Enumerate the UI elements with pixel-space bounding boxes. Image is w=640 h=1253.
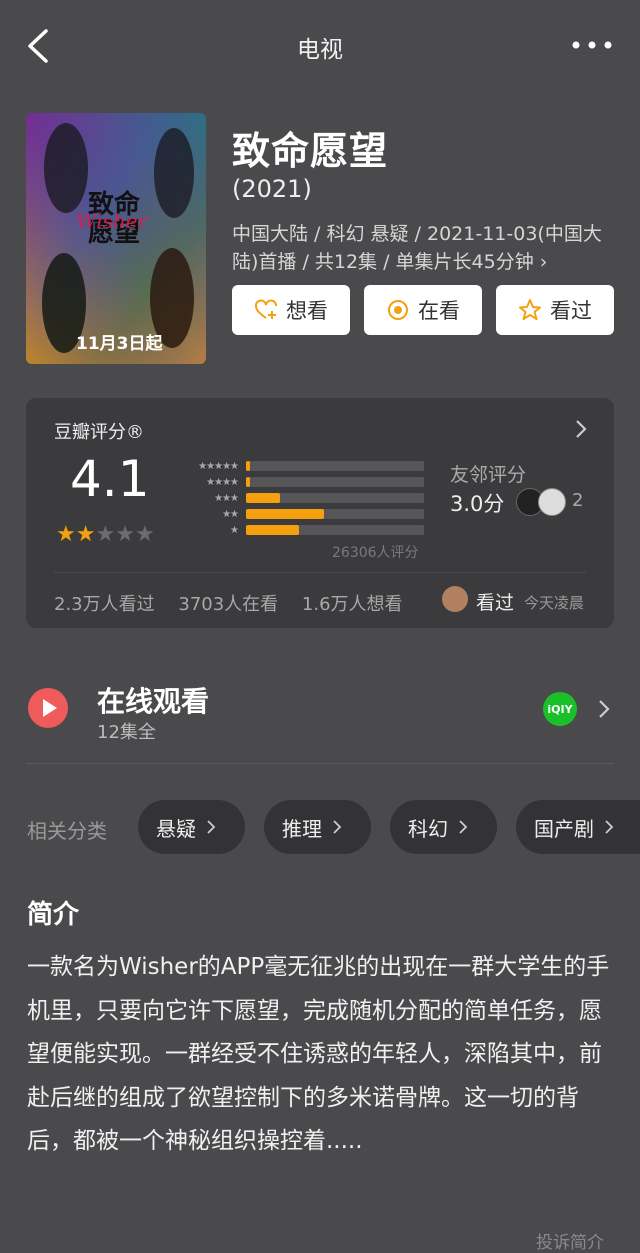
rating-distribution-fill [246,525,300,535]
tag-label: 国产剧 [534,816,594,841]
tag-label: 悬疑 [156,816,196,841]
avatar[interactable] [538,488,566,516]
rating-distribution-row: ★★★★ [176,474,426,490]
want-count: 1.6万人想看 [301,594,403,615]
chevron-right-icon[interactable] [574,418,588,440]
page-title: 电视 [297,37,343,63]
watch-online-title[interactable]: 在线观看 [97,680,209,720]
rating-score: 4.1 [70,450,150,508]
tag-label: 推理 [282,816,322,841]
rating-distribution-bar [246,461,424,471]
tag-scifi[interactable]: 科幻 [390,800,497,854]
more-icon[interactable] [570,38,614,52]
rating-distribution-row: ★★★★★ [176,458,426,474]
poster-date: 11月3日起 [76,333,163,354]
watching-button[interactable]: 在看 [364,285,482,335]
rating-distribution-fill [246,509,325,519]
chevron-right-icon[interactable] [598,699,610,719]
rating-count: 26306人评分 [332,545,419,561]
chevron-right-icon [207,820,216,834]
star-level-icon: ★ [230,524,239,536]
heart-plus-icon [255,299,277,319]
watched-label: 看过 [550,299,592,323]
chevron-right-icon [333,820,342,834]
rating-distribution-fill [246,461,250,471]
play-icon[interactable] [28,688,68,728]
star-level-icon: ★★★★ [206,476,239,488]
intro-title: 简介 [27,900,80,930]
tag-suspense[interactable]: 悬疑 [138,800,245,854]
neighbor-count: 2 [572,490,584,511]
star-empty-icon: ★ [115,522,135,547]
star-level-icon: ★★★ [214,492,239,504]
rating-distribution-bar [246,493,424,503]
poster-image[interactable]: 致命 愿望 Wisher 11月3日起 [26,113,206,364]
tag-label: 科幻 [408,816,448,841]
star-empty-icon: ★ [95,522,116,547]
star-filled-icon: ★ [75,522,96,547]
target-icon [388,300,408,320]
watched-count: 2.3万人看过 [54,594,155,615]
rating-distribution-row: ★★ [176,506,426,522]
iqiyi-icon[interactable]: iQIY [543,692,577,726]
movie-year: (2021) [232,175,312,203]
rating-label: 豆瓣评分® [54,422,144,443]
rating-distribution-fill [246,493,280,503]
chevron-right-icon [459,820,468,834]
rating-distribution-bar [246,525,424,535]
rating-distribution-row: ★★★ [176,490,426,506]
star-filled-icon: ★ [56,522,76,547]
tag-domestic-drama[interactable]: 国产剧 [516,800,640,854]
rating-distribution-row: ★ [176,522,426,538]
neighbor-rating-score: 3.0分 [450,492,505,516]
rating-stars: ★★★★★ [56,522,155,547]
rating-distribution-fill [246,477,250,487]
my-status-time: 今天凌晨 [524,594,585,612]
episode-count: 12集全 [97,722,156,743]
watching-count: 3703人在看 [178,594,279,615]
watched-button[interactable]: 看过 [496,285,614,335]
watching-label: 在看 [418,299,460,323]
my-status: 看过 [476,592,515,614]
poster-wisher: Wisher [76,209,149,233]
chevron-right-icon [605,820,614,834]
want-label: 想看 [286,299,328,323]
intro-text: 一款名为Wisher的APP毫无征兆的出现在一群大学生的手机里，只要向它许下愿望… [27,954,610,1154]
star-level-icon: ★★★★★ [198,460,239,472]
rating-distribution: ★★★★★ ★★★★ ★★★ ★★ ★ [176,458,426,538]
rating-distribution-bar [246,509,424,519]
rating-distribution-bar [246,477,424,487]
related-categories-label: 相关分类 [27,819,107,843]
avatar[interactable] [442,586,468,612]
movie-title: 致命愿望 [232,129,389,173]
divider [26,763,614,764]
want-button[interactable]: 想看 [232,285,350,335]
tag-reasoning[interactable]: 推理 [264,800,371,854]
neighbor-rating-label: 友邻评分 [450,464,527,486]
divider [54,572,586,573]
star-empty-icon: ★ [134,522,155,547]
rating-card[interactable]: 豆瓣评分® 4.1 ★★★★★ ★★★★★ ★★★★ ★★★ ★★ ★ 26306人评分… [26,398,614,628]
star-icon [519,299,541,320]
star-level-icon: ★★ [222,508,239,520]
report-intro-link[interactable]: 投诉简介 [536,1228,604,1253]
movie-meta[interactable]: 中国大陆 / 科幻 悬疑 / 2021-11-03(中国大陆)首播 / 共12集… [232,220,612,276]
rating-stats: 2.3万人看过 3703人在看 1.6万人想看 [54,590,421,616]
